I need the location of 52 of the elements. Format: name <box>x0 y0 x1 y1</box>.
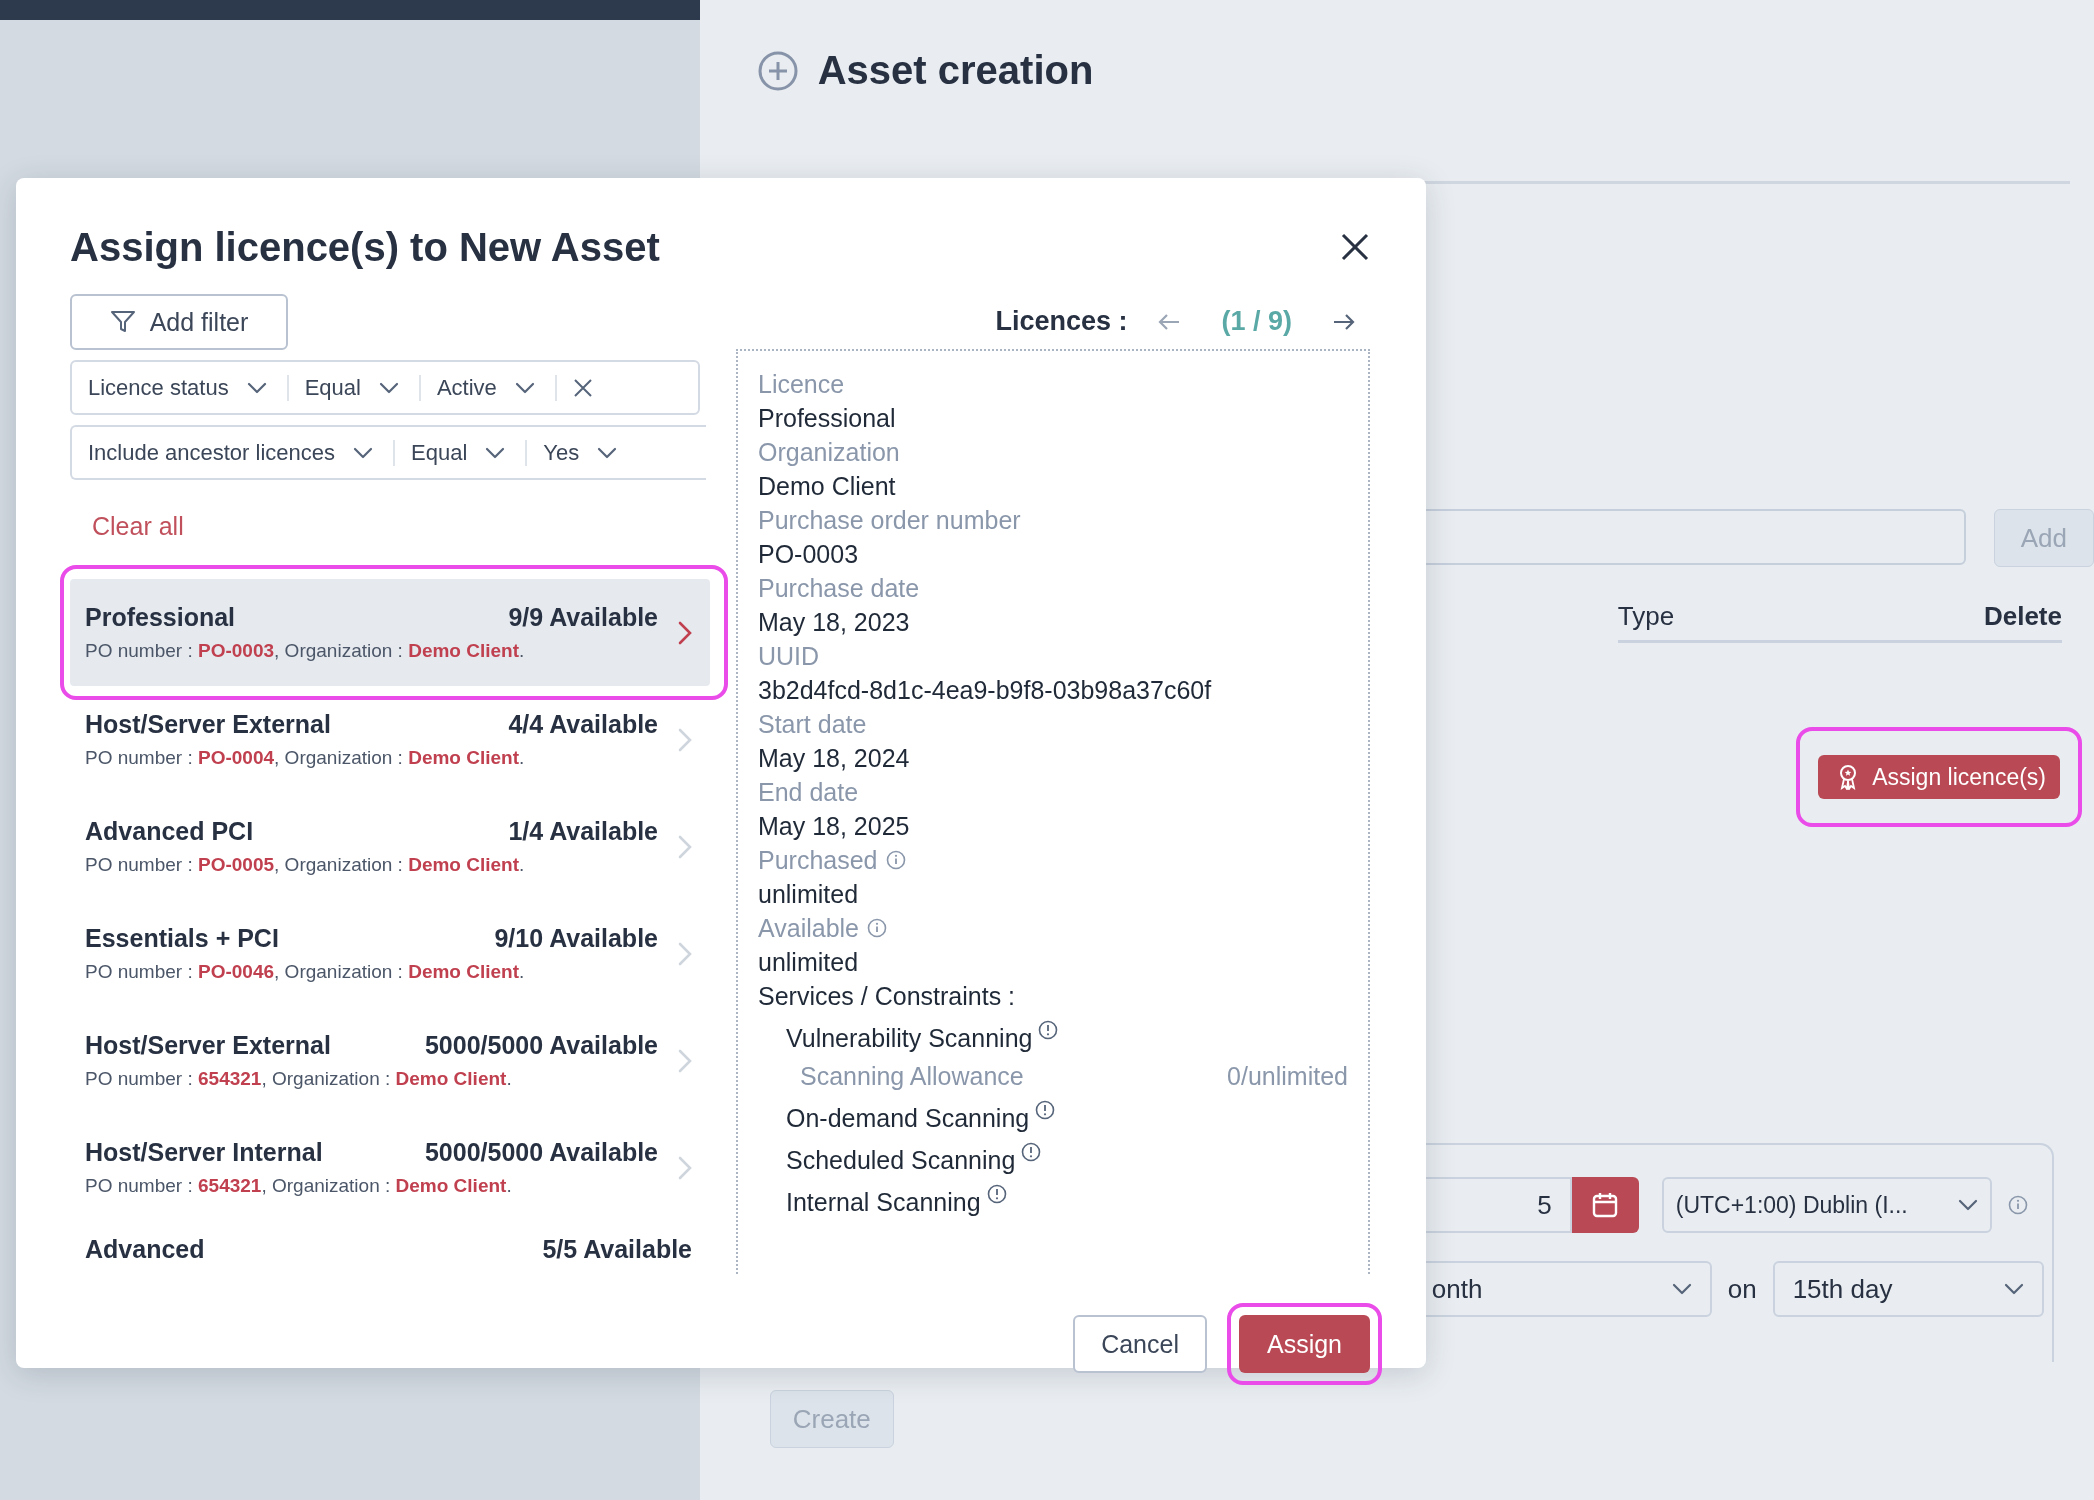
licence-details: PO number : 654321, Organization : Demo Client. <box>85 1175 513 1197</box>
column-header: Delete <box>1983 601 2062 632</box>
service-name: On-demand Scanning <box>786 1103 1030 1134</box>
field-value: Demo Client <box>758 471 897 502</box>
availability-text: 5000/5000 Available <box>424 1138 658 1167</box>
licence-name: Advanced PCI <box>85 817 254 846</box>
page-title: Asset creation <box>817 48 1094 93</box>
pager-text: (1 / 9) <box>1221 306 1292 337</box>
field-value: unlimited <box>758 879 860 910</box>
field-value: May 18, 2024 <box>758 743 911 774</box>
field-label: Purchased <box>758 845 878 876</box>
field-label: End date <box>758 777 859 808</box>
field-label: Purchase order number <box>758 505 1021 536</box>
availability-text: 5/5 Available <box>542 1235 692 1264</box>
availability-text: 9/9 Available <box>508 603 658 632</box>
on-label: on <box>1727 1273 1757 1305</box>
licence-details: PO number : 654321, Organization : Demo Client. <box>85 1068 513 1090</box>
licence-details: PO number : PO-0005, Organization : Demo Client. <box>85 854 526 876</box>
licence-details: PO number : PO-0003, Organization : Demo Client. <box>85 640 526 662</box>
field-label: Available <box>758 913 859 944</box>
dialog-title: Assign licence(s) to New Asset <box>70 224 660 271</box>
field-value: Professional <box>758 403 897 434</box>
licence-name: Essentials + PCI <box>85 924 279 953</box>
licence-name: Professional <box>85 603 236 632</box>
allowance-label: Scanning Allowance <box>800 1061 1024 1092</box>
service-name: Scheduled Scanning <box>786 1145 1016 1176</box>
licence-name: Host/Server External <box>85 710 331 739</box>
licence-details: PO number : PO-0004, Organization : Demo Client. <box>85 747 526 769</box>
field-value: unlimited <box>758 947 860 978</box>
availability-text: 5000/5000 Available <box>424 1031 658 1060</box>
field-value: PO-0003 <box>758 539 860 570</box>
licence-name: Advanced <box>85 1235 205 1264</box>
field-value: May 18, 2025 <box>758 811 911 842</box>
column-header: Type <box>1617 601 1675 632</box>
availability-text: 1/4 Available <box>508 817 658 846</box>
services-heading: Services / Constraints : <box>758 981 1017 1012</box>
service-name: Vulnerability Scanning <box>786 1023 1033 1054</box>
licence-details: PO number : PO-0046, Organization : Demo Client. <box>85 961 526 983</box>
field-label: UUID <box>758 641 820 672</box>
licence-name: Host/Server External <box>85 1031 331 1060</box>
field-label: Start date <box>758 709 867 740</box>
field-label: Organization <box>758 437 900 468</box>
licences-heading: Licences : <box>995 306 1128 337</box>
availability-text: 9/10 Available <box>494 924 658 953</box>
field-label: Purchase date <box>758 573 920 604</box>
field-value: 3b2d4fcd-8d1c-4ea9-b9f8-03b98a37c60f <box>758 675 1213 706</box>
allowance-value: 0/unlimited <box>1227 1061 1348 1092</box>
service-name: Internal Scanning <box>786 1187 981 1218</box>
availability-text: 4/4 Available <box>508 710 658 739</box>
field-label: Licence <box>758 369 845 400</box>
field-value: May 18, 2023 <box>758 607 911 638</box>
licence-name: Host/Server Internal <box>85 1138 323 1167</box>
